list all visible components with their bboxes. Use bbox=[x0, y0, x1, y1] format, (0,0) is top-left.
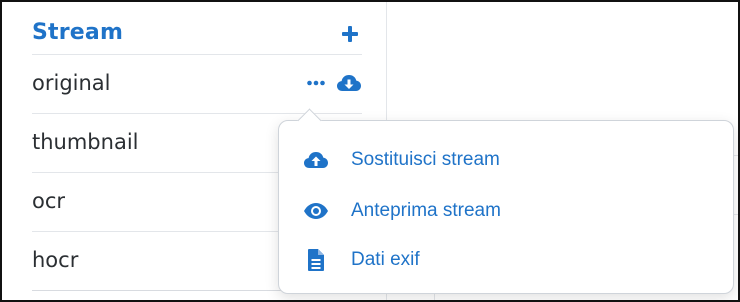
menu-item-replace-stream[interactable]: Sostituisci stream bbox=[303, 144, 703, 176]
stream-row-original[interactable]: original bbox=[32, 55, 362, 114]
stream-name: original bbox=[32, 71, 111, 95]
cloud-upload-icon bbox=[303, 149, 329, 171]
more-options-icon[interactable] bbox=[306, 73, 326, 93]
stream-context-menu: Sostituisci stream Anteprima stream Dati… bbox=[278, 108, 734, 294]
panel-title: Stream bbox=[32, 20, 124, 45]
stream-name: hocr bbox=[32, 248, 79, 272]
stream-panel-header: Stream bbox=[32, 12, 362, 55]
menu-item-label: Sostituisci stream bbox=[351, 149, 500, 170]
menu-item-label: Dati exif bbox=[351, 249, 420, 270]
menu-item-exif-data[interactable]: Dati exif bbox=[303, 244, 703, 276]
app-frame: Stream original thumbnail ocr hocr Sosti… bbox=[0, 0, 740, 302]
eye-icon bbox=[303, 202, 329, 220]
stream-name: ocr bbox=[32, 189, 66, 213]
cloud-download-icon[interactable] bbox=[336, 72, 362, 94]
file-icon bbox=[303, 248, 329, 272]
menu-item-preview-stream[interactable]: Anteprima stream bbox=[303, 195, 703, 227]
menu-item-label: Anteprima stream bbox=[351, 200, 501, 221]
stream-name: thumbnail bbox=[32, 130, 139, 154]
plus-icon[interactable] bbox=[340, 24, 360, 44]
row-actions bbox=[306, 71, 362, 95]
